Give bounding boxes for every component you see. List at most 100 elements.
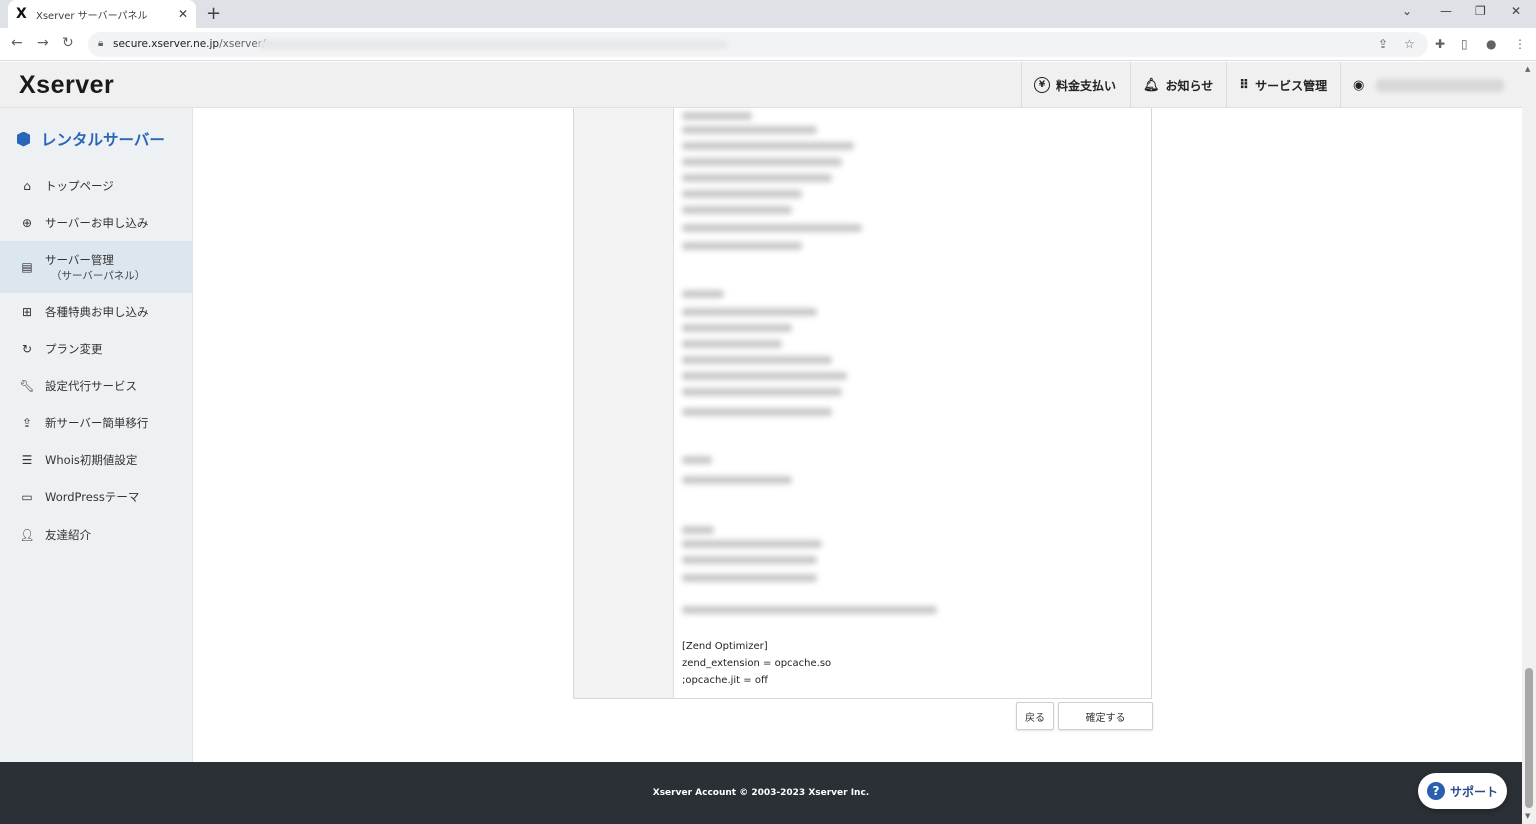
sidebar-item-benefits[interactable]: ⊞ 各種特典お申し込み <box>0 301 192 323</box>
redacted-text <box>682 174 832 182</box>
minimize-icon[interactable]: — <box>1440 4 1452 18</box>
window-icon: ▭ <box>21 490 33 504</box>
header-account-menu[interactable]: ◉ <box>1340 62 1522 108</box>
redacted-text <box>682 126 817 134</box>
yen-icon: ¥ <box>1034 77 1050 93</box>
php-ini-panel: [Zend Optimizer] zend_extension = opcach… <box>573 108 1152 699</box>
main-content: [Zend Optimizer] zend_extension = opcach… <box>193 108 1522 762</box>
redacted-text <box>682 408 832 416</box>
redacted-account-name <box>1376 78 1505 92</box>
scrollbar-thumb[interactable] <box>1525 668 1533 808</box>
upload-icon: ⇪ <box>21 416 33 430</box>
header-services-link[interactable]: ⠿ サービス管理 <box>1226 62 1339 108</box>
code-line: zend_extension = opcache.so <box>682 658 832 669</box>
browser-tab[interactable]: X Xserver サーバーパネル ✕ <box>8 0 196 28</box>
footer-copyright: Xserver Account © 2003-2023 Xserver Inc. <box>652 788 870 798</box>
redacted-text <box>682 388 842 396</box>
url-text: secure.xserver.ne.jp/xserver/ <box>113 38 266 50</box>
redacted-text <box>682 190 802 198</box>
side-panel-icon[interactable]: ▯ <box>1461 37 1468 51</box>
tab-title: Xserver サーバーパネル <box>36 10 148 22</box>
window-close-icon[interactable]: ✕ <box>1511 4 1521 18</box>
sidebar: レンタルサーバー ⌂ トップページ ⊕ サーバーお申し込み ▤ サーバー管理 （… <box>0 108 193 762</box>
redacted-text <box>682 206 792 214</box>
redacted-url-query <box>258 40 728 49</box>
header-payment-label: 料金支払い <box>1056 78 1117 93</box>
header-services-label: サービス管理 <box>1255 78 1328 93</box>
header-payment-link[interactable]: ¥ 料金支払い <box>1021 62 1128 108</box>
user-circle-icon: ◉ <box>1353 77 1365 93</box>
sidebar-item-server-order[interactable]: ⊕ サーバーお申し込み <box>0 212 192 234</box>
new-tab-button[interactable]: + <box>206 3 221 24</box>
app-header: Xserver ¥ 料金支払い 🔔︎ お知らせ ⠿ サービス管理 ◉ <box>0 62 1522 108</box>
redacted-text <box>682 540 822 548</box>
code-line: ;opcache.jit = off <box>682 675 768 686</box>
header-news-label: お知らせ <box>1165 78 1214 93</box>
lock-icon: 🔒︎ <box>98 38 104 49</box>
confirm-button[interactable]: 確定する <box>1058 702 1153 730</box>
bookmark-star-icon[interactable]: ☆ <box>1404 37 1415 51</box>
redacted-text <box>682 224 862 232</box>
redacted-text <box>682 372 847 380</box>
sidebar-item-migration[interactable]: ⇪ 新サーバー簡単移行 <box>0 412 192 434</box>
redacted-text <box>682 142 854 150</box>
redacted-text <box>682 308 817 316</box>
xserver-favicon-icon: X <box>16 6 27 22</box>
scroll-up-arrow-icon[interactable]: ▲ <box>1525 65 1530 73</box>
cube-icon <box>17 131 30 147</box>
php-ini-text: [Zend Optimizer] zend_extension = opcach… <box>682 638 831 689</box>
redacted-text <box>682 290 724 298</box>
browser-tab-bar: X Xserver サーバーパネル ✕ + ⌄ — ❐ ✕ <box>0 0 1536 28</box>
plus-circle-icon: ⊕ <box>21 216 33 230</box>
back-arrow-icon[interactable]: ← <box>11 35 23 51</box>
home-icon: ⌂ <box>23 179 31 193</box>
gift-icon: ⊞ <box>21 305 33 319</box>
back-button[interactable]: 戻る <box>1016 702 1054 730</box>
scroll-down-arrow-icon[interactable]: ▼ <box>1525 812 1530 820</box>
share-icon[interactable]: ⇪ <box>1378 37 1388 51</box>
redacted-text <box>682 242 802 250</box>
redacted-text <box>682 324 792 332</box>
redacted-text <box>682 526 714 534</box>
profile-icon[interactable]: ● <box>1486 37 1496 51</box>
footer: Xserver Account © 2003-2023 Xserver Inc. <box>0 762 1522 824</box>
header-news-link[interactable]: 🔔︎ お知らせ <box>1130 62 1225 108</box>
server-icon: ▤ <box>21 260 33 274</box>
page-scrollbar[interactable]: ▲ ▼ <box>1522 62 1536 824</box>
grid-icon: ⠿ <box>1239 77 1250 93</box>
panel-label-column <box>574 108 674 698</box>
sidebar-item-setup-service[interactable]: 🔧︎ 設定代行サービス <box>0 375 192 397</box>
extensions-icon[interactable]: ✚ <box>1435 37 1445 51</box>
redacted-text <box>682 556 817 564</box>
redacted-text <box>682 340 782 348</box>
help-question-icon: ? <box>1426 782 1445 800</box>
sidebar-item-referral[interactable]: 👤︎ 友達紹介 <box>0 524 192 546</box>
redacted-text <box>682 356 832 364</box>
forward-arrow-icon[interactable]: → <box>37 35 49 51</box>
sidebar-item-whois[interactable]: ☰ Whois初期値設定 <box>0 449 192 471</box>
tab-close-icon[interactable]: ✕ <box>178 7 188 21</box>
redacted-text <box>682 606 937 614</box>
sidebar-item-wordpress-theme[interactable]: ▭ WordPressテーマ <box>0 486 192 508</box>
bell-icon: 🔔︎ <box>1143 77 1160 93</box>
restore-icon[interactable]: ❐ <box>1475 4 1486 18</box>
document-icon: ☰ <box>21 453 33 467</box>
tab-search-icon[interactable]: ⌄ <box>1402 4 1412 18</box>
redacted-text <box>682 456 712 464</box>
redacted-text <box>682 158 842 166</box>
person-icon: 👤︎ <box>19 528 35 542</box>
redacted-text <box>682 112 752 120</box>
reload-icon[interactable]: ↻ <box>62 35 74 51</box>
xserver-logo[interactable]: Xserver <box>19 71 114 100</box>
code-line: [Zend Optimizer] <box>682 641 768 652</box>
sidebar-title[interactable]: レンタルサーバー <box>17 128 165 150</box>
support-button[interactable]: ? サポート <box>1418 773 1507 809</box>
browser-menu-icon[interactable]: ⋮ <box>1514 37 1526 51</box>
refresh-icon: ↻ <box>21 342 33 356</box>
address-bar[interactable]: 🔒︎ secure.xserver.ne.jp/xserver/ ⇪ ☆ <box>88 32 1428 57</box>
sidebar-item-top[interactable]: ⌂ トップページ <box>0 175 192 197</box>
redacted-text <box>682 476 792 484</box>
sidebar-item-server-management[interactable]: ▤ サーバー管理 （サーバーパネル） <box>0 241 192 293</box>
browser-toolbar: ← → ↻ 🔒︎ secure.xserver.ne.jp/xserver/ ⇪… <box>0 28 1536 61</box>
sidebar-item-plan-change[interactable]: ↻ プラン変更 <box>0 338 192 360</box>
